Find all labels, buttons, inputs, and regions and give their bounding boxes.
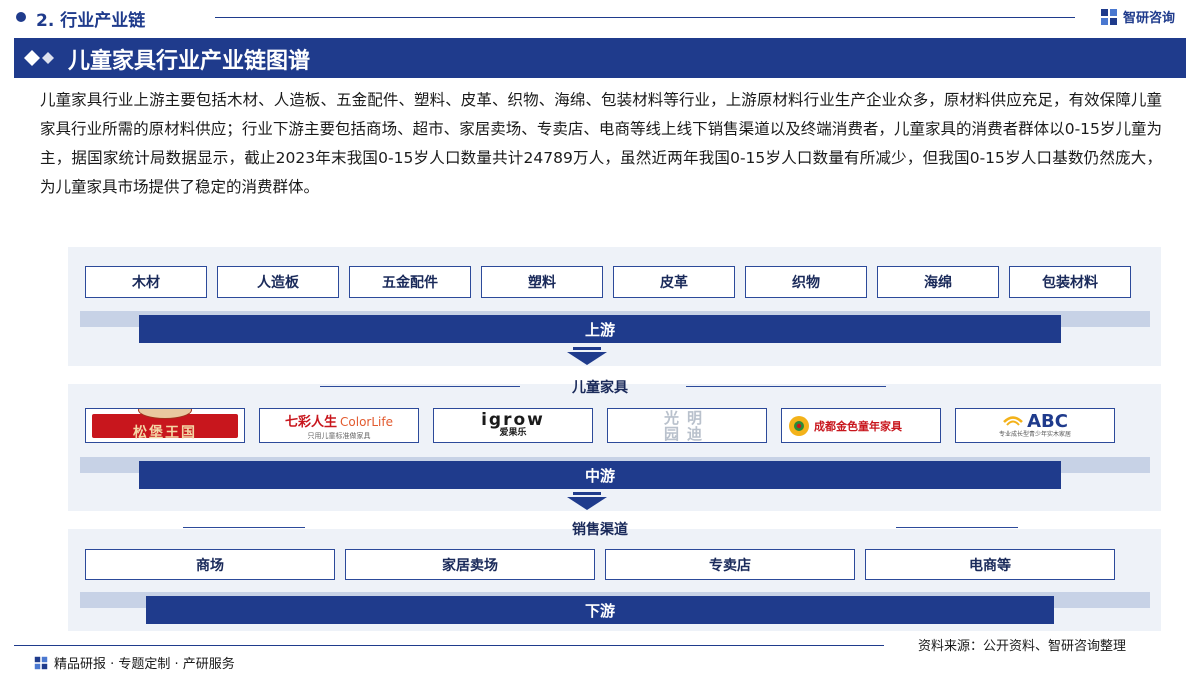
brand-logo-icon bbox=[1101, 8, 1117, 25]
section-dot bbox=[16, 12, 26, 22]
source-note: 资料来源：公开资料、智研咨询整理 bbox=[918, 639, 1127, 654]
brand: 智研咨询 bbox=[1100, 7, 1175, 26]
midstream-title: 儿童家具 bbox=[572, 380, 628, 396]
logo-colorlife-text: 七彩人生 bbox=[285, 414, 338, 430]
upstream-item: 织物 bbox=[745, 266, 867, 298]
footer-divider bbox=[14, 645, 884, 646]
logo-abc-sub: 专业成长型青少年实木家居 bbox=[998, 430, 1071, 438]
logo-guangming: 光明 园迪 bbox=[607, 408, 767, 443]
upstream-item: 人造板 bbox=[217, 266, 339, 298]
sales-channel-item: 电商等 bbox=[865, 549, 1115, 580]
midstream-bar: 中游 bbox=[139, 461, 1061, 489]
logo-colorlife-en: ColorLife bbox=[340, 414, 393, 429]
upstream-item: 塑料 bbox=[481, 266, 603, 298]
logo-guangming-text: 光明 bbox=[663, 408, 710, 427]
upstream-item: 五金配件 bbox=[349, 266, 471, 298]
logo-songbao-text: 松堡王国 bbox=[133, 424, 197, 441]
midstream-line-right bbox=[686, 386, 886, 387]
midstream-line-left bbox=[320, 386, 520, 387]
logo-jinsetongnian-text: 成都金色童年家具 bbox=[814, 419, 902, 433]
downstream-line-right bbox=[896, 527, 1018, 528]
abc-swirl-icon bbox=[1003, 415, 1023, 426]
logo-colorlife-sub: 只用儿童标准做家具 bbox=[307, 431, 371, 440]
section-label: 2. 行业产业链 bbox=[36, 11, 146, 31]
sales-channel-item: 专卖店 bbox=[605, 549, 855, 580]
diamond-icon bbox=[24, 50, 54, 66]
brand-logos: 松堡王国 七彩人生 ColorLife 只用儿童标准做家具 igrow 爱果乐 … bbox=[85, 408, 1115, 443]
sales-channels: 商场 家居卖场 专卖店 电商等 bbox=[85, 549, 1115, 580]
arrow-down-icon bbox=[567, 492, 607, 510]
intro-paragraph: 儿童家具行业上游主要包括木材、人造板、五金配件、塑料、皮革、织物、海绵、包装材料… bbox=[40, 91, 1162, 196]
arrow-down-icon bbox=[567, 347, 607, 365]
downstream-bar: 下游 bbox=[146, 596, 1054, 624]
sun-logo-icon bbox=[789, 415, 809, 436]
logo-abc: ABC 专业成长型青少年实木家居 bbox=[955, 408, 1115, 443]
logo-jinsetongnian: 成都金色童年家具 bbox=[781, 408, 941, 443]
logo-colorlife: 七彩人生 ColorLife 只用儿童标准做家具 bbox=[259, 408, 419, 443]
top-bar: 2. 行业产业链 智研咨询 bbox=[0, 0, 1200, 34]
brand-name: 智研咨询 bbox=[1123, 11, 1176, 26]
sales-channel-item: 家居卖场 bbox=[345, 549, 595, 580]
sales-channel-item: 商场 bbox=[85, 549, 335, 580]
logo-igrow-sub: 爱果乐 bbox=[499, 428, 527, 438]
top-divider bbox=[215, 17, 1075, 18]
footer-tagline: 精品研报 · 专题定制 · 产研服务 bbox=[34, 653, 235, 672]
industry-chain-diagram: 木材 人造板 五金配件 塑料 皮革 织物 海绵 包装材料 上游 儿童家具 松堡王… bbox=[68, 247, 1161, 631]
logo-igrow-text: igrow bbox=[481, 410, 545, 430]
upstream-item: 木材 bbox=[85, 266, 207, 298]
upstream-bar: 上游 bbox=[139, 315, 1061, 343]
upstream-item: 皮革 bbox=[613, 266, 735, 298]
logo-abc-text: ABC bbox=[1027, 410, 1068, 432]
upstream-item: 包装材料 bbox=[1009, 266, 1131, 298]
title-bar: 儿童家具行业产业链图谱 bbox=[14, 38, 1186, 78]
downstream-title: 销售渠道 bbox=[572, 522, 628, 538]
downstream-line-left bbox=[183, 527, 305, 528]
logo-igrow: igrow 爱果乐 bbox=[433, 408, 593, 443]
page-title: 儿童家具行业产业链图谱 bbox=[68, 49, 311, 74]
upstream-items: 木材 人造板 五金配件 塑料 皮革 织物 海绵 包装材料 bbox=[85, 266, 1131, 298]
brand-logo-icon bbox=[34, 656, 48, 669]
footer-tagline-text: 精品研报 · 专题定制 · 产研服务 bbox=[54, 657, 235, 672]
upstream-item: 海绵 bbox=[877, 266, 999, 298]
logo-guangming-sub: 园迪 bbox=[663, 424, 710, 443]
logo-songbao: 松堡王国 bbox=[85, 408, 245, 443]
